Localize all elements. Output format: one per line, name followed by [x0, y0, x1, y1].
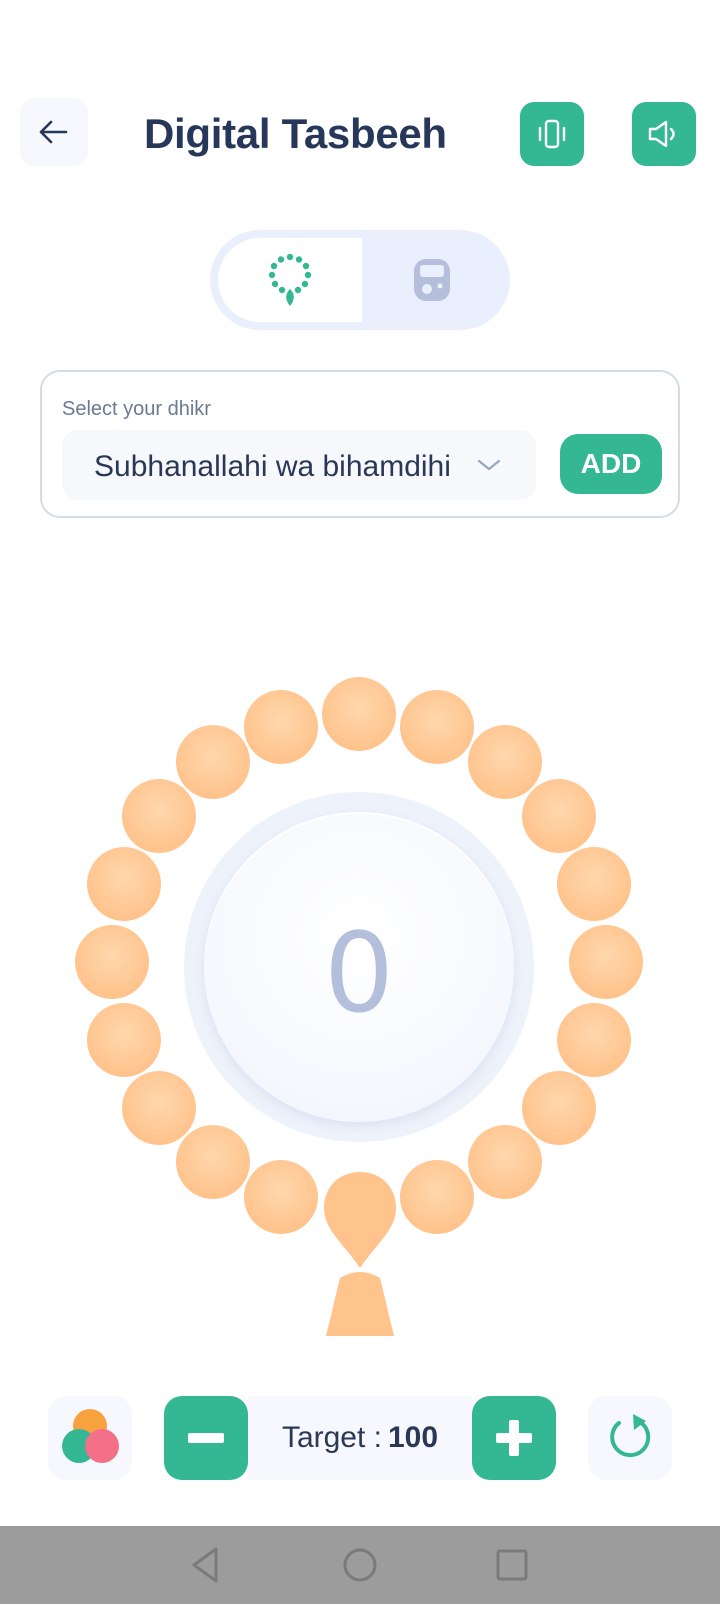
arrow-left-icon: [39, 120, 68, 144]
counter-mode-tab[interactable]: [362, 238, 502, 322]
bead: [176, 725, 250, 799]
dhikr-card: Select your dhikr Subhanallahi wa bihamd…: [40, 370, 680, 518]
page-title: Digital Tasbeeh: [144, 110, 447, 157]
back-button[interactable]: [20, 98, 88, 166]
bead: [322, 677, 396, 751]
bead: [468, 1125, 542, 1199]
bead: [522, 1071, 596, 1145]
prayer-beads-icon: [268, 253, 312, 306]
beads-mode-tab[interactable]: [218, 238, 362, 322]
vibration-toggle-button[interactable]: [520, 102, 584, 166]
reset-button[interactable]: [588, 1396, 672, 1480]
bead: [522, 779, 596, 853]
speaker-icon: [648, 120, 675, 148]
color-palette-icon: [62, 1409, 119, 1463]
system-nav-bar: [0, 1526, 720, 1604]
bead: [87, 847, 161, 921]
decrease-target-button[interactable]: [164, 1396, 248, 1480]
bead: [557, 1003, 631, 1077]
bead: [244, 690, 318, 764]
add-dhikr-button[interactable]: ADD: [560, 434, 662, 494]
bead: [87, 1003, 161, 1077]
chevron-down-icon: [477, 459, 501, 471]
dhikr-select[interactable]: Subhanallahi wa bihamdihi: [62, 430, 536, 500]
bead: [400, 690, 474, 764]
count-display: 0: [324, 909, 394, 1037]
home-nav-icon: [343, 1548, 377, 1582]
target-display: Target : 100: [248, 1396, 472, 1480]
minus-icon: [188, 1433, 224, 1443]
mode-toggle: [210, 230, 510, 330]
bead: [468, 725, 542, 799]
bead: [400, 1160, 474, 1234]
reset-icon: [610, 1414, 651, 1458]
plus-icon: [496, 1420, 532, 1456]
vibration-icon: [538, 119, 566, 149]
target-value: 100: [388, 1421, 439, 1454]
nav-home-button[interactable]: [335, 1540, 385, 1590]
bead: [122, 1071, 196, 1145]
bead: [569, 925, 643, 999]
nav-recents-button[interactable]: [487, 1540, 537, 1590]
recents-nav-icon: [496, 1549, 528, 1581]
sound-toggle-button[interactable]: [632, 102, 696, 166]
bead: [75, 925, 149, 999]
tally-counter-icon: [414, 259, 450, 301]
increase-target-button[interactable]: [472, 1396, 556, 1480]
bead: [176, 1125, 250, 1199]
target-label: Target :: [281, 1421, 382, 1454]
bead: [122, 779, 196, 853]
theme-button[interactable]: [48, 1396, 132, 1480]
dhikr-selected-value: Subhanallahi wa bihamdihi: [94, 450, 451, 483]
bead-tassel: [324, 1172, 396, 1336]
counter-button[interactable]: 0: [204, 812, 514, 1122]
bead: [557, 847, 631, 921]
bead: [244, 1160, 318, 1234]
dhikr-label: Select your dhikr: [62, 398, 211, 420]
nav-back-button[interactable]: [181, 1540, 231, 1590]
back-nav-icon: [192, 1547, 218, 1583]
